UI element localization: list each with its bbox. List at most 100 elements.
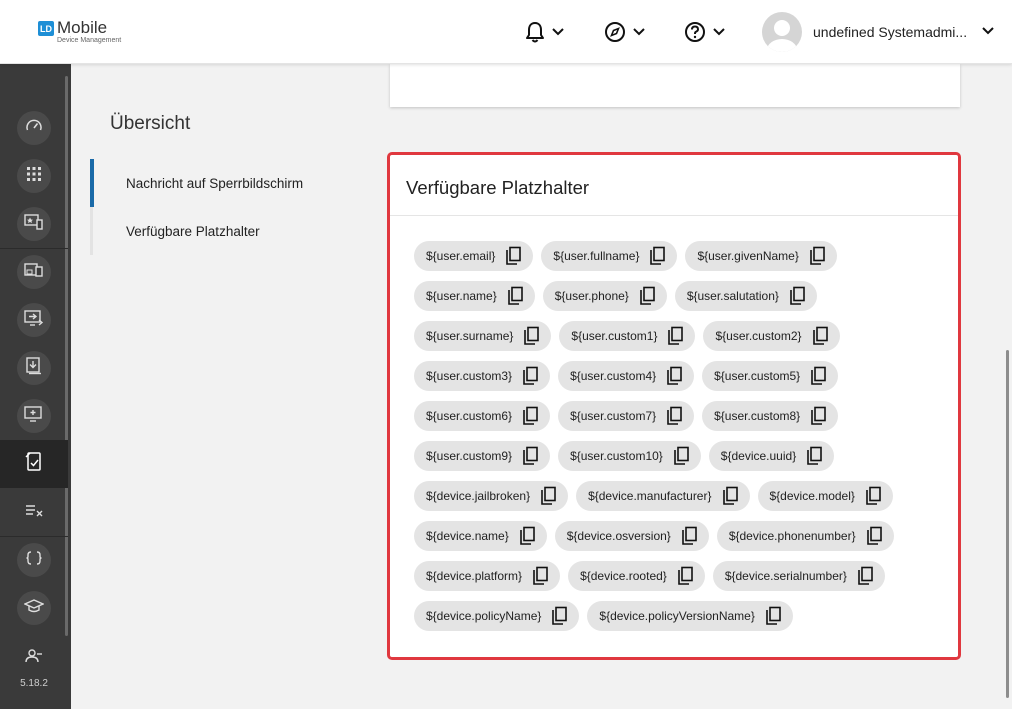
copy-icon[interactable]	[720, 485, 740, 507]
placeholder-chip[interactable]: ${user.custom6}	[414, 401, 551, 431]
copy-icon[interactable]	[675, 565, 695, 587]
sidebar-item-downloads[interactable]	[0, 344, 68, 392]
chevron-down-icon	[632, 27, 646, 37]
placeholder-chip[interactable]: ${user.givenName}	[685, 241, 837, 271]
placeholder-chip[interactable]: ${user.phone}	[542, 281, 667, 311]
placeholder-chip[interactable]: ${user.custom4}	[558, 361, 695, 391]
placeholder-label: ${device.manufacturer}	[588, 489, 712, 503]
placeholder-chip[interactable]: ${user.surname}	[414, 321, 552, 351]
placeholder-label: ${device.policyName}	[426, 609, 542, 623]
card-title: Verfügbare Platzhalter	[406, 177, 590, 198]
placeholder-label: ${user.phone}	[554, 289, 629, 303]
placeholder-chip[interactable]: ${user.custom3}	[414, 361, 551, 391]
placeholder-chip[interactable]: ${user.custom9}	[414, 441, 551, 471]
copy-icon[interactable]	[804, 445, 824, 467]
placeholder-chip[interactable]: ${device.platform}	[414, 561, 561, 591]
copy-icon[interactable]	[664, 365, 684, 387]
compass-icon	[604, 21, 626, 43]
placeholder-label: ${user.custom8}	[714, 409, 801, 423]
app-logo[interactable]: LD Mobile Device Management	[38, 19, 121, 44]
placeholder-chip[interactable]: ${device.serialnumber}	[712, 561, 885, 591]
monitor-add-icon	[24, 405, 44, 428]
nav-item-available-placeholders[interactable]: Verfügbare Platzhalter	[126, 224, 260, 239]
copy-icon[interactable]	[505, 285, 525, 307]
copy-icon[interactable]	[637, 285, 657, 307]
sidebar-item-education[interactable]	[0, 584, 68, 632]
copy-icon[interactable]	[810, 325, 830, 347]
placeholder-chip[interactable]: ${device.manufacturer}	[576, 481, 750, 511]
placeholder-label: ${device.platform}	[426, 569, 523, 583]
app-version: 5.18.2	[20, 678, 48, 689]
bell-icon	[525, 21, 545, 43]
copy-icon[interactable]	[665, 325, 685, 347]
placeholder-chip[interactable]: ${user.salutation}	[674, 281, 817, 311]
copy-icon[interactable]	[808, 405, 828, 427]
sidebar-item-users[interactable]	[0, 632, 68, 662]
placeholder-chip[interactable]: ${user.custom10}	[558, 441, 701, 471]
placeholder-chip[interactable]: ${device.policyVersionName}	[587, 601, 793, 631]
copy-icon[interactable]	[549, 605, 569, 627]
dashboard-icon	[25, 117, 43, 140]
copy-icon[interactable]	[787, 285, 807, 307]
placeholder-chip[interactable]: ${device.jailbroken}	[414, 481, 569, 511]
main-scrollbar[interactable]	[1006, 350, 1009, 698]
copy-icon[interactable]	[679, 525, 699, 547]
placeholder-label: ${user.custom10}	[570, 449, 663, 463]
copy-icon[interactable]	[808, 365, 828, 387]
sidebar-item-scripts[interactable]	[0, 536, 68, 584]
copy-icon[interactable]	[517, 525, 537, 547]
card-divider	[390, 215, 958, 216]
placeholder-label: ${user.custom3}	[426, 369, 513, 383]
placeholder-chip[interactable]: ${user.custom2}	[703, 321, 840, 351]
copy-icon[interactable]	[647, 245, 667, 267]
placeholder-label: ${user.fullname}	[553, 249, 640, 263]
apps-grid-icon	[26, 166, 42, 187]
placeholder-chip[interactable]: ${user.custom5}	[702, 361, 839, 391]
copy-icon[interactable]	[520, 405, 540, 427]
device-star-icon	[24, 213, 44, 236]
copy-icon[interactable]	[503, 245, 523, 267]
user-menu[interactable]: undefined Systemadmi...	[762, 12, 995, 52]
sidebar-item-devices[interactable]	[0, 248, 68, 296]
copy-icon[interactable]	[863, 485, 883, 507]
copy-icon[interactable]	[520, 445, 540, 467]
placeholder-chip[interactable]: ${device.uuid}	[708, 441, 835, 471]
copy-icon[interactable]	[763, 605, 783, 627]
placeholder-chip[interactable]: ${device.policyName}	[414, 601, 580, 631]
explore-button[interactable]	[604, 20, 646, 44]
copy-icon[interactable]	[538, 485, 558, 507]
nav-item-lock-screen-message[interactable]: Nachricht auf Sperrbildschirm	[126, 176, 303, 191]
placeholder-chip[interactable]: ${device.osversion}	[554, 521, 709, 551]
sidebar-item-policies[interactable]	[0, 440, 68, 488]
placeholder-chip[interactable]: ${user.custom7}	[558, 401, 695, 431]
placeholder-chip[interactable]: ${device.model}	[757, 481, 893, 511]
placeholder-chip[interactable]: ${user.name}	[414, 281, 535, 311]
copy-icon[interactable]	[855, 565, 875, 587]
copy-icon[interactable]	[807, 245, 827, 267]
placeholder-chip[interactable]: ${device.name}	[414, 521, 547, 551]
sidebar-item-featured-devices[interactable]	[0, 200, 68, 248]
copy-icon[interactable]	[520, 365, 540, 387]
sidebar-item-apps[interactable]	[0, 152, 68, 200]
placeholder-label: ${user.givenName}	[697, 249, 799, 263]
placeholder-label: ${user.custom5}	[714, 369, 801, 383]
copy-icon[interactable]	[521, 325, 541, 347]
placeholder-chip[interactable]: ${user.fullname}	[541, 241, 678, 271]
chevron-down-icon	[551, 27, 565, 37]
sidebar-item-add-monitor[interactable]	[0, 392, 68, 440]
placeholder-chip[interactable]: ${user.email}	[414, 241, 534, 271]
placeholder-chip[interactable]: ${device.phonenumber}	[716, 521, 894, 551]
copy-icon[interactable]	[671, 445, 691, 467]
notifications-button[interactable]	[525, 20, 565, 44]
help-button[interactable]	[684, 20, 726, 44]
copy-icon[interactable]	[664, 405, 684, 427]
sidebar-item-dashboard[interactable]	[0, 104, 68, 152]
placeholder-chip[interactable]: ${user.custom8}	[702, 401, 839, 431]
sidebar-item-device-transfer[interactable]	[0, 296, 68, 344]
copy-icon[interactable]	[864, 525, 884, 547]
placeholder-chip[interactable]: ${device.rooted}	[568, 561, 705, 591]
copy-icon[interactable]	[530, 565, 550, 587]
placeholder-label: ${device.jailbroken}	[426, 489, 531, 503]
placeholder-chip[interactable]: ${user.custom1}	[559, 321, 696, 351]
sidebar-item-compliance[interactable]	[0, 488, 68, 536]
